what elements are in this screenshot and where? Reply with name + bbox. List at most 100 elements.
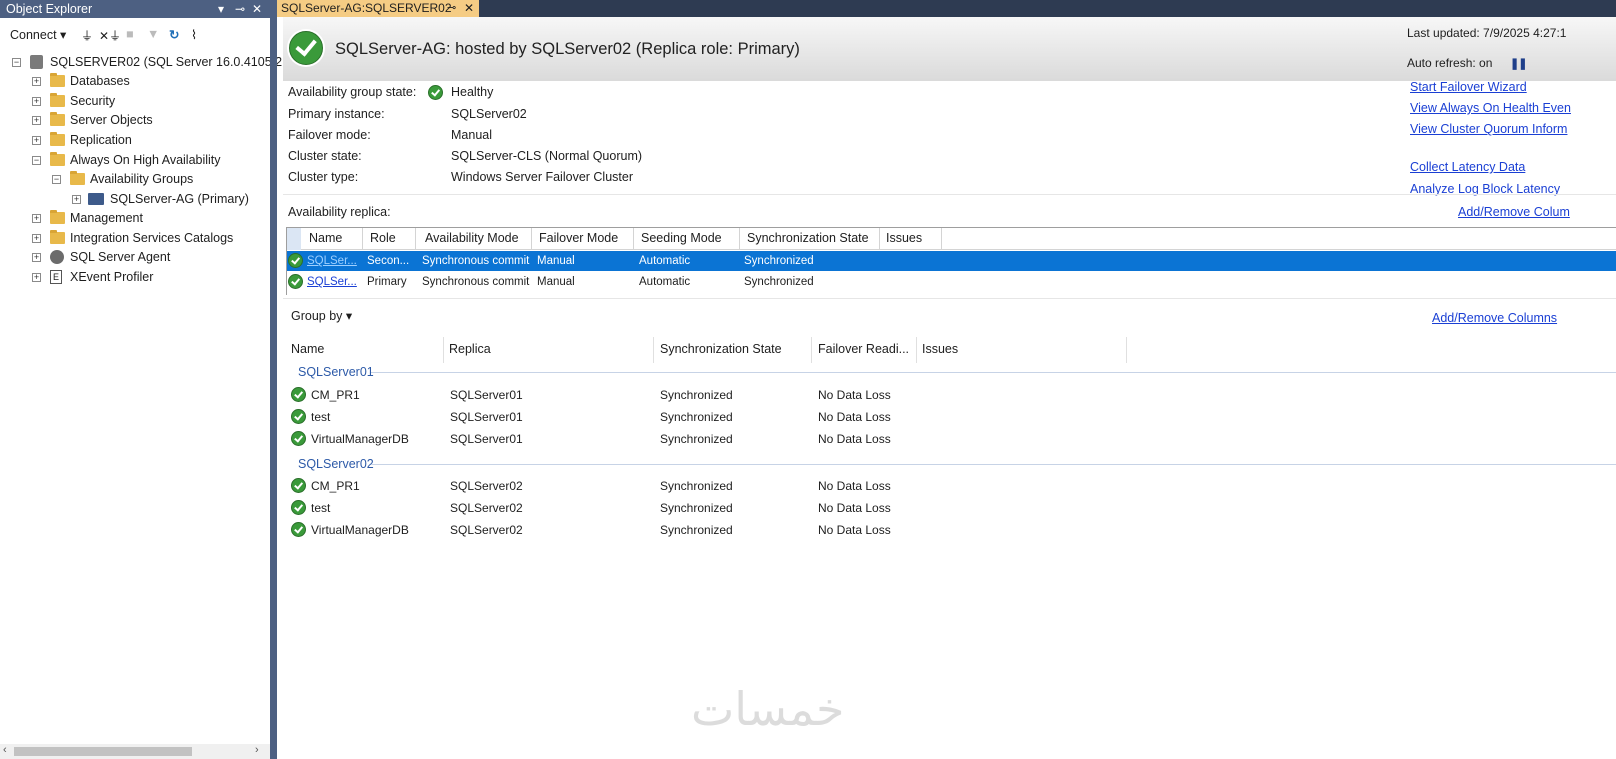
close-tab-icon[interactable]: ✕: [464, 0, 474, 17]
dashboard-header: SQLServer-AG: hosted by SQLServer02 (Rep…: [283, 17, 1616, 81]
database-sync-state: Synchronized: [660, 501, 733, 515]
replica-availability-mode: Synchronous commit: [422, 255, 530, 267]
database-sync-state: Synchronized: [660, 523, 733, 537]
column-divider: [811, 337, 812, 363]
property-label: Availability group state:: [288, 85, 417, 99]
activity-monitor-icon[interactable]: ⌇: [191, 27, 197, 42]
folder-icon: [50, 230, 65, 244]
column-header-issues[interactable]: Issues: [922, 342, 958, 356]
column-divider: [531, 228, 532, 250]
availability-group-dashboard: SQLServer-AG: hosted by SQLServer02 (Rep…: [283, 17, 1616, 759]
column-divider: [916, 337, 917, 363]
view-cluster-quorum-link[interactable]: View Cluster Quorum Inform: [1410, 122, 1567, 136]
start-failover-wizard-link[interactable]: Start Failover Wizard: [1410, 80, 1527, 94]
collect-latency-data-link[interactable]: Collect Latency Data: [1410, 160, 1525, 174]
filter-icon[interactable]: ▼: [147, 27, 159, 41]
column-divider: [362, 228, 363, 250]
disconnect-icon[interactable]: ✕⏚: [99, 27, 121, 44]
folder-icon: [50, 73, 65, 87]
connect-button[interactable]: Connect ▾: [10, 27, 66, 42]
pin-icon[interactable]: ⊸: [235, 0, 245, 18]
pause-icon[interactable]: ❚❚: [1510, 57, 1527, 70]
refresh-icon[interactable]: ↻: [169, 27, 179, 42]
replica-row[interactable]: SQLSer... Primary Synchronous commit Man…: [287, 272, 1616, 292]
healthy-check-icon: [291, 409, 306, 424]
tree-label: Integration Services Catalogs: [70, 231, 234, 245]
watermark-logo: خمسات: [691, 682, 845, 736]
expand-icon[interactable]: +: [72, 195, 81, 204]
column-header-replica[interactable]: Replica: [449, 342, 491, 356]
group-header[interactable]: SQLServer01: [298, 365, 374, 379]
database-replica: SQLServer01: [450, 410, 523, 424]
stop-icon[interactable]: ■: [126, 27, 134, 41]
expand-icon[interactable]: +: [32, 234, 41, 243]
group-header[interactable]: SQLServer02: [298, 457, 374, 471]
replica-name-link[interactable]: SQLSer...: [307, 251, 357, 271]
column-header-seeding-mode[interactable]: Seeding Mode: [641, 231, 722, 245]
expand-icon[interactable]: +: [32, 136, 41, 145]
column-header-availability-mode[interactable]: Availability Mode: [425, 231, 519, 245]
cluster-type-value: Windows Server Failover Cluster: [451, 170, 633, 184]
cluster-state-value: SQLServer-CLS (Normal Quorum): [451, 149, 643, 163]
replica-row-selected[interactable]: SQLSer... Secon... Synchronous commit Ma…: [287, 251, 1616, 271]
collapse-icon[interactable]: −: [32, 156, 41, 165]
view-health-events-link[interactable]: View Always On Health Even: [1410, 101, 1571, 115]
collapse-icon[interactable]: −: [12, 58, 21, 67]
divider: [283, 194, 1616, 195]
database-replica: SQLServer01: [450, 432, 523, 446]
database-row[interactable]: VirtualManagerDB SQLServer01 Synchronize…: [283, 429, 1613, 449]
expand-icon[interactable]: +: [32, 273, 41, 282]
panel-menu-icon[interactable]: ▾: [218, 0, 224, 18]
ssms-window: Object Explorer ▾ ⊸ ✕ Connect ▾ ⏚ ✕⏚ ■ ▼…: [0, 0, 1616, 759]
close-icon[interactable]: ✕: [252, 0, 262, 18]
database-row[interactable]: test SQLServer02 Synchronized No Data Lo…: [283, 498, 1613, 518]
property-label: Cluster state:: [288, 149, 362, 163]
column-header-sync-state[interactable]: Synchronization State: [747, 231, 869, 245]
expand-icon[interactable]: +: [32, 77, 41, 86]
replica-sync-state: Synchronized: [744, 255, 814, 267]
replica-name-link[interactable]: SQLSer...: [307, 272, 357, 292]
database-name: test: [311, 501, 331, 515]
expand-icon[interactable]: +: [32, 253, 41, 262]
tab-label: SQLServer-AG:SQLSERVER02: [281, 1, 452, 15]
column-header-failover-mode[interactable]: Failover Mode: [539, 231, 618, 245]
scrollbar-thumb[interactable]: [14, 747, 192, 756]
last-updated: Last updated: 7/9/2025 4:27:1: [1407, 26, 1567, 40]
horizontal-scrollbar[interactable]: ‹ ›: [0, 744, 270, 759]
healthy-check-icon: [291, 522, 306, 537]
scroll-right-icon[interactable]: ›: [255, 744, 259, 756]
folder-icon: [50, 132, 65, 146]
healthy-check-icon: [291, 478, 306, 493]
database-row[interactable]: test SQLServer01 Synchronized No Data Lo…: [283, 407, 1613, 427]
column-header-sync-state[interactable]: Synchronization State: [660, 342, 782, 356]
database-name: VirtualManagerDB: [311, 432, 409, 446]
server-icon: [30, 55, 43, 69]
add-remove-columns-link[interactable]: Add/Remove Colum: [1458, 205, 1570, 219]
tree-label: Availability Groups: [90, 172, 194, 186]
tree-label: SQLSERVER02 (SQL Server 16.0.4105.2 -: [50, 55, 290, 69]
database-row[interactable]: VirtualManagerDB SQLServer02 Synchronize…: [283, 520, 1613, 540]
column-header-name[interactable]: Name: [291, 342, 324, 356]
healthy-check-icon: [291, 500, 306, 515]
expand-icon[interactable]: +: [32, 97, 41, 106]
scroll-left-icon[interactable]: ‹: [3, 744, 7, 756]
column-header-failover-readiness[interactable]: Failover Readi...: [818, 342, 909, 356]
expand-icon[interactable]: +: [32, 214, 41, 223]
add-remove-columns-link[interactable]: Add/Remove Columns: [1432, 311, 1557, 325]
group-by-dropdown[interactable]: Group by ▾: [291, 308, 352, 323]
grid-header: Name Role Availability Mode Failover Mod…: [287, 228, 1616, 250]
column-header-name[interactable]: Name: [309, 231, 342, 245]
tab-sqlserver-ag-dashboard[interactable]: SQLServer-AG:SQLSERVER02 ⊸ ✕: [277, 0, 479, 17]
panel-splitter[interactable]: [270, 0, 277, 759]
pin-icon[interactable]: ⊸: [447, 0, 456, 17]
collapse-icon[interactable]: −: [52, 175, 61, 184]
connect-object-explorer-icon[interactable]: ⏚: [81, 27, 93, 44]
ag-state-value: Healthy: [451, 85, 494, 99]
database-row[interactable]: CM_PR1 SQLServer01 Synchronized No Data …: [283, 385, 1613, 405]
column-header-issues[interactable]: Issues: [886, 231, 922, 245]
expand-icon[interactable]: +: [32, 116, 41, 125]
database-row[interactable]: CM_PR1 SQLServer02 Synchronized No Data …: [283, 476, 1613, 496]
agent-icon: [50, 250, 64, 264]
column-header-role[interactable]: Role: [370, 231, 396, 245]
replica-seeding-mode: Automatic: [639, 255, 691, 267]
